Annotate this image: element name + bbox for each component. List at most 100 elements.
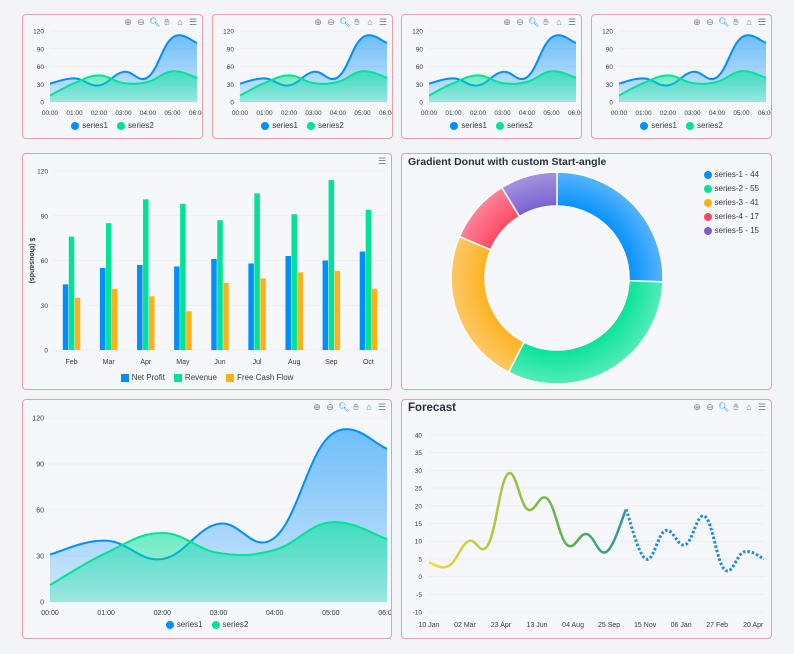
legend-item[interactable]: series2 [211, 620, 248, 629]
x-tick-label: Feb [66, 359, 78, 366]
x-tick-label: 23 Apr [491, 622, 512, 629]
y-tick-label: 35 [415, 450, 423, 457]
x-tick-label: 05:00 [543, 110, 560, 117]
legend-item[interactable]: series-1 - 44 [703, 170, 759, 179]
legend-item[interactable]: series2 [117, 121, 154, 130]
bar-revenue [291, 214, 297, 350]
y-tick-label: 90 [41, 213, 49, 220]
legend-marker [703, 212, 712, 221]
legend-item[interactable]: series-5 - 15 [703, 226, 759, 235]
legend-item[interactable]: Revenue [173, 373, 217, 382]
bar-revenue [68, 236, 75, 350]
bar-chart: 0 30 60 90 120 $ (thousands) Feb Mar Apr May Jun Ju… [28, 169, 387, 366]
legend-label: series-4 - 17 [714, 212, 759, 221]
bar-free-cash-flow [371, 288, 378, 350]
x-tick-label: 10 Jan [418, 622, 439, 629]
y-tick-label: 10 [415, 539, 423, 546]
bar-revenue [217, 220, 223, 350]
forecast-chart-card: Forecast ⊕ ⊖ 🔍︎ ✋︎ ⌂ ☰ -10 -5 0 5 10 15 20 25 30 35 40 1… [401, 399, 772, 639]
x-tick-label: 06:00 [379, 110, 393, 117]
spark-card-2: ⊕ ⊖ 🔍︎ ✋︎ ⌂ ☰ 0 30 60 90 120 00:00 01:00 02:00 03:00 0… [212, 14, 393, 139]
bar-free-cash-flow [297, 272, 303, 350]
x-tick-label: 03:00 [115, 110, 132, 117]
y-tick-label: 120 [37, 169, 48, 176]
x-tick-label: 02 Mar [454, 622, 476, 629]
x-tick-label: 02:00 [281, 110, 298, 117]
y-tick-label: 30 [36, 554, 44, 561]
legend-item[interactable]: Net Profit [120, 373, 165, 382]
legend-label: series2 [507, 121, 533, 130]
x-tick-label: 01:00 [635, 110, 652, 117]
spark-card-1: ⊕ ⊖ 🔍︎ ✋︎ ⌂ ☰ 0 30 60 90 120 00:00 01:00 02:00 03:00 0… [22, 14, 203, 139]
legend-item[interactable]: series1 [450, 121, 487, 130]
x-tick-label: 06:00 [758, 110, 772, 117]
x-tick-label: 00:00 [232, 110, 249, 117]
legend-item[interactable]: series2 [686, 121, 723, 130]
legend: series1 series2 [213, 121, 392, 130]
legend-item[interactable]: Free Cash Flow [225, 373, 294, 382]
y-tick-label: 40 [415, 433, 423, 440]
y-tick-label: 90 [606, 46, 614, 53]
legend-marker [496, 121, 504, 130]
y-tick-label: 90 [36, 462, 44, 469]
x-tick-label: 06:00 [568, 110, 582, 117]
legend-label: series2 [318, 121, 344, 130]
legend-item[interactable]: series2 [307, 121, 344, 130]
y-tick-label: 30 [41, 303, 49, 310]
legend-label: series-1 - 44 [714, 170, 759, 179]
legend-marker [173, 373, 182, 382]
bar-revenue [365, 209, 372, 350]
legend-item[interactable]: series2 [496, 121, 533, 130]
bar-net-profit [137, 264, 143, 350]
bar-net-profit [99, 267, 106, 350]
x-tick-label: 04:00 [266, 610, 284, 617]
legend-marker [261, 121, 270, 130]
x-tick-label: 03:00 [494, 110, 511, 117]
x-tick-label: 25 Sep [598, 622, 620, 629]
bar-chart-card: ☰ 0 30 60 90 120 $ (thousands) Feb Mar Apr May Jun… [22, 153, 392, 390]
x-tick-label: 03:00 [305, 110, 322, 117]
x-tick-label: 02:00 [154, 610, 172, 617]
legend-marker [211, 620, 220, 629]
legend: series1 series2 [592, 121, 771, 130]
legend-marker [450, 121, 459, 130]
y-tick-label: 30 [415, 468, 423, 475]
legend-item[interactable]: series1 [165, 620, 203, 629]
legend-label: series-2 - 55 [714, 184, 759, 193]
y-tick-label: 60 [227, 64, 235, 71]
x-tick-label: 05:00 [733, 110, 750, 117]
legend-marker [71, 121, 80, 130]
bar-revenue [180, 203, 186, 350]
legend-label: Free Cash Flow [236, 373, 294, 382]
y-tick-label: -5 [416, 592, 422, 599]
x-tick-label: 00:00 [42, 110, 59, 117]
y-tick-label: 60 [416, 64, 424, 71]
x-tick-label: Sep [325, 359, 338, 366]
y-tick-label: 30 [416, 82, 424, 89]
legend-item[interactable]: series-2 - 55 [703, 184, 759, 193]
legend-item[interactable]: series1 [261, 121, 298, 130]
y-tick-label: 0 [40, 100, 44, 107]
legend-label: Net Profit [131, 373, 165, 382]
legend-marker [703, 184, 712, 193]
y-tick-label: 60 [37, 64, 45, 71]
legend-item[interactable]: series1 [640, 121, 677, 130]
legend-item[interactable]: series-3 - 41 [703, 198, 759, 207]
legend: series1 series2 [23, 620, 391, 629]
legend-item[interactable]: series-4 - 17 [703, 212, 759, 221]
legend-marker [307, 121, 315, 130]
y-tick-label: 90 [37, 46, 45, 53]
x-tick-label: 04:00 [330, 110, 347, 117]
legend: series1 series2 [23, 121, 202, 130]
x-tick-label: 00:00 [41, 610, 59, 617]
legend-item[interactable]: series1 [71, 121, 108, 130]
legend-marker [165, 620, 174, 629]
x-tick-label: 02:00 [660, 110, 677, 117]
x-tick-label: Oct [363, 359, 374, 366]
x-tick-label: 01:00 [66, 110, 83, 117]
legend-label: series1 [651, 121, 677, 130]
x-tick-label: 27 Feb [706, 622, 728, 629]
legend-label: series-3 - 41 [714, 198, 759, 207]
donut-slice-2 [507, 279, 664, 385]
x-tick-label: 00:00 [421, 110, 438, 117]
